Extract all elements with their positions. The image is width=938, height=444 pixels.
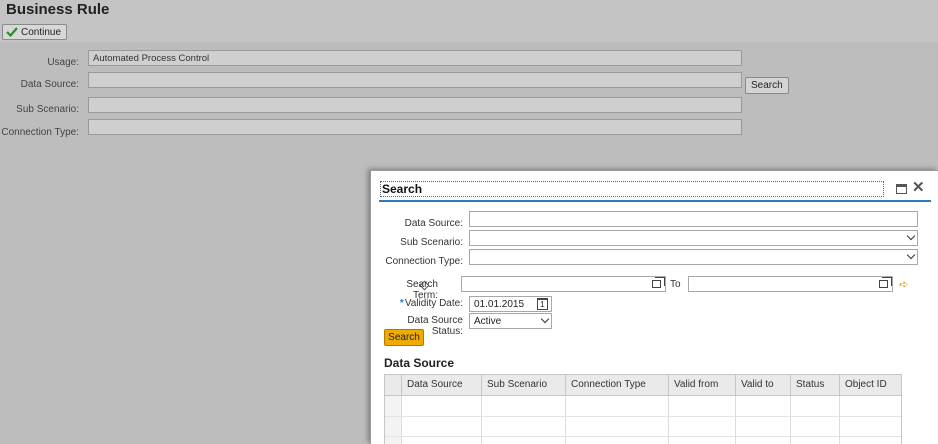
dialog-data-source-label: Data Source: bbox=[404, 218, 463, 229]
multiple-selection-icon[interactable] bbox=[879, 277, 892, 288]
dialog-titlebar: Search bbox=[380, 181, 884, 197]
continue-button[interactable]: Continue bbox=[2, 24, 68, 40]
dialog-sub-scenario-select[interactable] bbox=[469, 230, 918, 246]
validity-date-input[interactable]: 01.01.2015 1 bbox=[469, 296, 552, 312]
connection-type-label: Connection Type: bbox=[1, 127, 79, 138]
search-term-to-input[interactable] bbox=[688, 276, 893, 292]
required-star: * bbox=[399, 298, 404, 309]
dialog-search-button[interactable]: Search bbox=[384, 329, 424, 346]
maximize-icon[interactable] bbox=[896, 184, 907, 194]
chevron-down-icon bbox=[540, 314, 550, 324]
continue-label: Continue bbox=[21, 26, 62, 38]
search-button[interactable]: Search bbox=[745, 77, 789, 94]
validity-date-value: 01.01.2015 bbox=[474, 299, 525, 310]
page-header bbox=[0, 0, 938, 42]
data-source-field[interactable] bbox=[88, 72, 742, 88]
usage-field[interactable]: Automated Process Control bbox=[88, 50, 742, 66]
sub-scenario-label: Sub Scenario: bbox=[16, 104, 79, 115]
usage-label: Usage: bbox=[47, 57, 79, 68]
column-header[interactable]: Data Source bbox=[401, 375, 481, 396]
check-icon bbox=[6, 27, 18, 37]
column-header[interactable]: Object ID bbox=[839, 375, 901, 396]
dialog-data-source-input[interactable] bbox=[469, 211, 918, 227]
status-value: Active bbox=[474, 316, 502, 327]
table-row[interactable] bbox=[385, 436, 901, 437]
dialog-sub-scenario-label: Sub Scenario: bbox=[400, 237, 463, 248]
calendar-icon[interactable]: 1 bbox=[537, 298, 548, 310]
chevron-down-icon bbox=[906, 250, 916, 260]
connection-type-field[interactable] bbox=[88, 119, 742, 135]
data-source-status-select[interactable]: Active bbox=[469, 313, 552, 329]
validity-date-label: *Validity Date: bbox=[380, 298, 463, 309]
dialog-title-underline bbox=[379, 200, 931, 202]
to-label: To bbox=[670, 279, 681, 290]
page-title: Business Rule bbox=[6, 1, 110, 18]
sub-scenario-field[interactable] bbox=[88, 97, 742, 113]
table-header: Data Source Sub Scenario Connection Type… bbox=[385, 375, 901, 396]
close-icon[interactable]: ✕ bbox=[912, 180, 925, 196]
multiple-selection-icon[interactable] bbox=[652, 277, 665, 288]
arrow-right-icon[interactable]: ➪ bbox=[899, 278, 908, 291]
validity-date-label-text: Validity Date: bbox=[404, 298, 463, 309]
search-term-from-input[interactable] bbox=[461, 276, 666, 292]
column-header[interactable]: Status bbox=[790, 375, 839, 396]
results-table: Data Source Sub Scenario Connection Type… bbox=[384, 374, 902, 444]
chevron-down-icon bbox=[906, 231, 916, 241]
table-row[interactable] bbox=[385, 416, 901, 417]
column-header[interactable]: Connection Type bbox=[565, 375, 668, 396]
column-header[interactable]: Sub Scenario bbox=[481, 375, 565, 396]
dialog-connection-type-label: Connection Type: bbox=[385, 256, 463, 267]
dialog-title: Search bbox=[382, 182, 423, 196]
column-header[interactable]: Valid to bbox=[735, 375, 790, 396]
column-header[interactable]: Valid from bbox=[668, 375, 735, 396]
data-source-label: Data Source: bbox=[20, 79, 79, 90]
dialog-connection-type-select[interactable] bbox=[469, 249, 918, 265]
results-title: Data Source bbox=[384, 356, 455, 370]
